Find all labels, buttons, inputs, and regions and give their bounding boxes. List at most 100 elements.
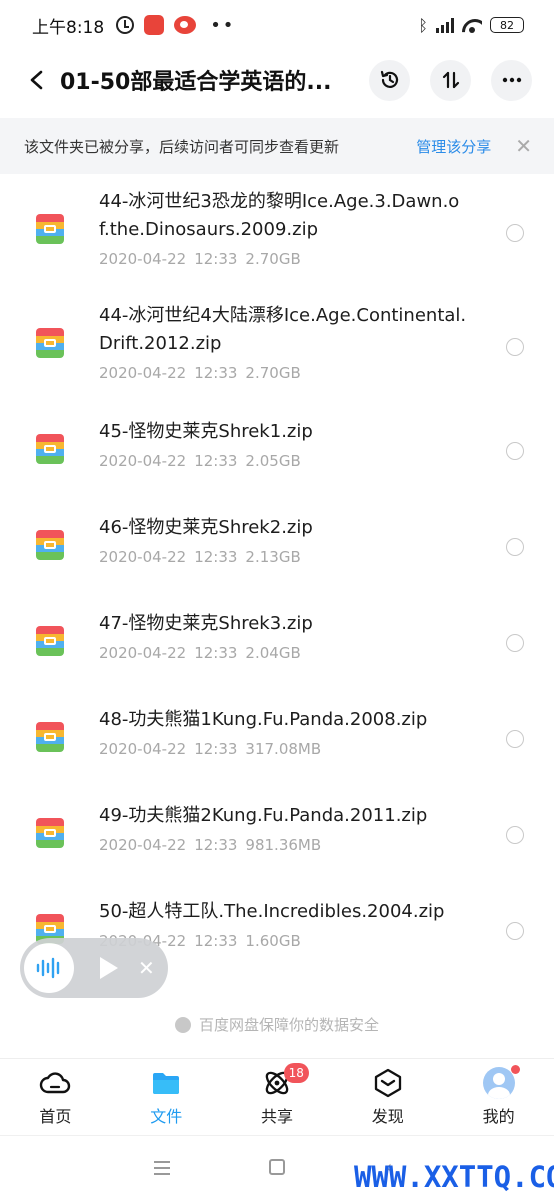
- tab-mine[interactable]: 我的: [443, 1059, 554, 1134]
- tab-files[interactable]: 文件: [111, 1059, 222, 1134]
- file-meta: 2020-04-22 12:33 2.05GB: [99, 452, 469, 470]
- file-time: 12:33: [194, 932, 238, 950]
- zip-file-icon: [36, 530, 64, 560]
- bluetooth-icon: ᛒ: [418, 15, 428, 35]
- file-meta: 2020-04-22 12:33 2.70GB: [99, 250, 469, 268]
- zip-file-icon: [36, 214, 64, 244]
- history-button[interactable]: [369, 59, 410, 101]
- play-icon[interactable]: [100, 957, 118, 979]
- file-meta: 2020-04-22 12:33 981.36MB: [99, 836, 469, 854]
- file-meta: 2020-04-22 12:33 2.70GB: [99, 364, 469, 382]
- recent-apps-icon[interactable]: [154, 1161, 170, 1179]
- home-icon[interactable]: [269, 1159, 285, 1175]
- select-radio[interactable]: [506, 442, 524, 460]
- file-size: 317.08MB: [245, 740, 322, 758]
- sound-wave-icon: [36, 957, 60, 979]
- file-text: 47-怪物史莱克Shrek3.zip 2020-04-22 12:33 2.04GB: [99, 610, 469, 662]
- alarm-icon: [116, 16, 135, 34]
- tab-home[interactable]: 首页: [0, 1059, 111, 1134]
- close-banner-icon[interactable]: ✕: [515, 136, 532, 156]
- file-size: 1.60GB: [245, 932, 301, 950]
- sort-button[interactable]: [430, 59, 471, 101]
- status-system-icons: ᛒ 82: [418, 16, 524, 35]
- select-radio[interactable]: [506, 730, 524, 748]
- file-text: 49-功夫熊猫2Kung.Fu.Panda.2011.zip 2020-04-2…: [99, 802, 469, 854]
- file-meta: 2020-04-22 12:33 2.04GB: [99, 644, 469, 662]
- file-text: 46-怪物史莱克Shrek2.zip 2020-04-22 12:33 2.13GB: [99, 514, 469, 566]
- status-notification-icons: ••: [116, 15, 235, 36]
- file-text: 45-怪物史莱克Shrek1.zip 2020-04-22 12:33 2.05GB: [99, 418, 469, 470]
- file-date: 2020-04-22: [99, 250, 187, 268]
- back-button[interactable]: [12, 55, 62, 105]
- file-date: 2020-04-22: [99, 548, 187, 566]
- share-badge: 18: [283, 1063, 309, 1083]
- select-radio[interactable]: [506, 224, 524, 242]
- list-item[interactable]: 49-功夫熊猫2Kung.Fu.Panda.2011.zip 2020-04-2…: [0, 788, 554, 884]
- file-date: 2020-04-22: [99, 364, 187, 382]
- file-time: 12:33: [194, 250, 238, 268]
- share-banner-text: 该文件夹已被分享，后续访问者可同步查看更新: [24, 137, 340, 156]
- page-title: 01-50部最适合学英语的...: [60, 70, 332, 95]
- file-size: 2.70GB: [245, 364, 301, 382]
- file-time: 12:33: [194, 364, 238, 382]
- file-name: 50-超人特工队.The.Incredibles.2004.zip: [99, 901, 445, 922]
- notification-dot: [511, 1065, 521, 1074]
- floating-player[interactable]: ✕: [20, 938, 168, 998]
- file-meta: 2020-04-22 12:33 317.08MB: [99, 740, 469, 758]
- more-button[interactable]: [491, 59, 532, 101]
- zip-file-icon: [36, 722, 64, 752]
- shield-icon: [174, 1016, 191, 1033]
- avatar-icon: [482, 1066, 515, 1099]
- file-size: 2.04GB: [245, 644, 301, 662]
- select-radio[interactable]: [506, 338, 524, 356]
- tab-label: 共享: [260, 1106, 293, 1126]
- file-time: 12:33: [194, 644, 238, 662]
- list-item[interactable]: 44-冰河世纪4大陆漂移Ice.Age.Continental.Drift.20…: [0, 290, 554, 404]
- file-name: 44-冰河世纪4大陆漂移Ice.Age.Continental.Drift.20…: [99, 305, 467, 354]
- watermark-text: WWW.XXTTQ.COM: [354, 1160, 554, 1194]
- file-time: 12:33: [194, 452, 238, 470]
- file-time: 12:33: [194, 548, 238, 566]
- signal-icon: [436, 17, 454, 33]
- more-notifications-icon: ••: [210, 14, 236, 36]
- header-actions: [369, 59, 532, 101]
- select-radio[interactable]: [506, 538, 524, 556]
- wifi-icon: [462, 17, 482, 33]
- folder-icon: [150, 1067, 182, 1099]
- history-icon: [380, 70, 398, 88]
- status-bar: 上午8:18 •• ᛒ 82: [0, 0, 554, 50]
- header: 01-50部最适合学英语的...: [0, 50, 554, 110]
- select-radio[interactable]: [506, 634, 524, 652]
- tab-label: 文件: [150, 1106, 183, 1126]
- safety-note: 百度网盘保障你的数据安全: [0, 1014, 554, 1035]
- more-dots-icon: [502, 77, 521, 83]
- app-notification-icon: [144, 15, 165, 35]
- file-size: 2.13GB: [245, 548, 301, 566]
- list-item[interactable]: 45-怪物史莱克Shrek1.zip 2020-04-22 12:33 2.05GB: [0, 404, 554, 500]
- bottom-tab-bar: 首页 文件 18 共享 发现 我的: [0, 1058, 554, 1134]
- list-item[interactable]: 48-功夫熊猫1Kung.Fu.Panda.2008.zip 2020-04-2…: [0, 692, 554, 788]
- tab-share[interactable]: 18 共享: [222, 1059, 333, 1134]
- zip-file-icon: [36, 626, 64, 656]
- file-size: 2.70GB: [245, 250, 301, 268]
- status-time: 上午8:18: [32, 17, 105, 38]
- close-player-icon[interactable]: ✕: [138, 956, 155, 980]
- manage-share-link[interactable]: 管理该分享: [416, 136, 491, 157]
- safety-note-text: 百度网盘保障你的数据安全: [198, 1016, 379, 1034]
- tab-discover[interactable]: 发现: [332, 1059, 443, 1134]
- file-date: 2020-04-22: [99, 836, 187, 854]
- sort-icon: [442, 71, 459, 89]
- list-item[interactable]: 47-怪物史莱克Shrek3.zip 2020-04-22 12:33 2.04GB: [0, 596, 554, 692]
- file-date: 2020-04-22: [99, 452, 187, 470]
- file-list: 44-冰河世纪3恐龙的黎明Ice.Age.3.Dawn.of.the.Dinos…: [0, 176, 554, 980]
- zip-file-icon: [36, 818, 64, 848]
- file-name: 45-怪物史莱克Shrek1.zip: [99, 421, 313, 442]
- list-item[interactable]: 46-怪物史莱克Shrek2.zip 2020-04-22 12:33 2.13GB: [0, 500, 554, 596]
- select-radio[interactable]: [506, 922, 524, 940]
- file-text: 48-功夫熊猫1Kung.Fu.Panda.2008.zip 2020-04-2…: [99, 706, 469, 758]
- voice-button[interactable]: [24, 943, 74, 993]
- file-date: 2020-04-22: [99, 644, 187, 662]
- list-item[interactable]: 44-冰河世纪3恐龙的黎明Ice.Age.3.Dawn.of.the.Dinos…: [0, 176, 554, 290]
- select-radio[interactable]: [506, 826, 524, 844]
- file-size: 2.05GB: [245, 452, 301, 470]
